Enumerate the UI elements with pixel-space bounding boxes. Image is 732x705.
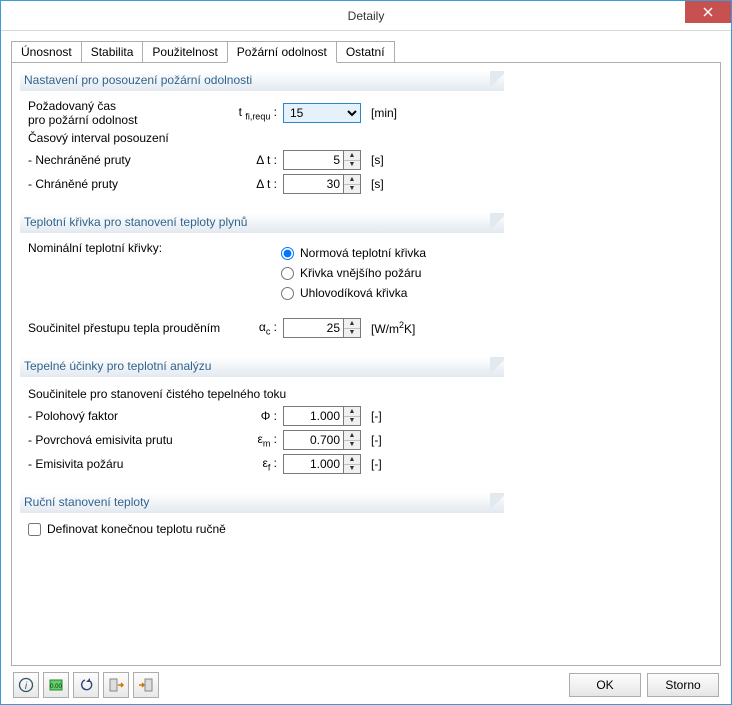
units-icon: 0.00 <box>48 677 64 693</box>
symbol-epsm: εm : <box>231 432 283 448</box>
unprotected-dt-spinner[interactable]: ▲▼ <box>343 150 361 170</box>
unit-dimless1: [-] <box>365 409 382 423</box>
group-header-manual: Ruční stanovení teploty <box>20 493 504 513</box>
alpha-c-spinner[interactable]: ▲▼ <box>343 318 361 338</box>
protected-dt-input[interactable] <box>283 174 343 194</box>
toolbar-button-reset[interactable] <box>73 672 99 698</box>
help-icon: i <box>18 677 34 693</box>
label-unprotected: - Nechráněné pruty <box>26 153 231 167</box>
group-header-tempcurve: Teplotní křivka pro stanovení teploty pl… <box>20 213 504 233</box>
radio-external-fire[interactable]: Křivka vnějšího požáru <box>281 263 498 283</box>
tab-unosnost[interactable]: Únosnost <box>11 41 82 63</box>
cancel-button[interactable]: Storno <box>647 673 719 697</box>
toolbar-button-help[interactable]: i <box>13 672 39 698</box>
close-icon <box>703 7 713 17</box>
protected-dt-spinner[interactable]: ▲▼ <box>343 174 361 194</box>
unit-dimless3: [-] <box>365 457 382 471</box>
label-epsf: - Emisivita požáru <box>26 457 231 471</box>
unit-s2: [s] <box>365 177 384 191</box>
import-icon <box>108 677 124 693</box>
symbol-alphac: αc : <box>231 320 283 336</box>
unit-dimless2: [-] <box>365 433 382 447</box>
tab-stabilita[interactable]: Stabilita <box>81 41 144 63</box>
phi-input[interactable] <box>283 406 343 426</box>
export-icon <box>138 677 154 693</box>
symbol-dt1: Δ t : <box>231 153 283 167</box>
reset-icon <box>78 677 94 693</box>
window-title: Detaily <box>1 9 731 23</box>
epsf-input[interactable] <box>283 454 343 474</box>
titlebar: Detaily <box>1 1 731 31</box>
tab-pozarni-odolnost[interactable]: Požární odolnost <box>227 41 337 63</box>
symbol-phi: Φ : <box>231 409 283 423</box>
alpha-c-input[interactable] <box>283 318 343 338</box>
toolbar-button-export[interactable] <box>133 672 159 698</box>
label-required-time: Požadovaný čas pro požární odolnost <box>26 99 231 127</box>
required-time-select[interactable]: 15 <box>283 103 361 123</box>
label-protected: - Chráněné pruty <box>26 177 231 191</box>
symbol-tfirequ: t fi,requ : <box>231 105 283 121</box>
phi-spinner[interactable]: ▲▼ <box>343 406 361 426</box>
svg-text:0.00: 0.00 <box>50 684 62 690</box>
symbol-epsf: εf : <box>231 456 283 472</box>
label-alpha-c: Součinitel přestupu tepla prouděním <box>26 321 231 335</box>
label-phi: - Polohový faktor <box>26 409 231 423</box>
checkbox-define-final-temp[interactable]: Definovat konečnou teplotu ručně <box>28 519 498 539</box>
tab-ostatni[interactable]: Ostatní <box>336 41 395 63</box>
label-nominal-curves: Nominální teplotní křivky: <box>26 241 281 255</box>
label-epsm: - Povrchová emisivita prutu <box>26 433 231 447</box>
epsm-spinner[interactable]: ▲▼ <box>343 430 361 450</box>
svg-text:i: i <box>25 681 28 692</box>
epsm-input[interactable] <box>283 430 343 450</box>
group-header-settings: Nastavení pro posouzení požární odolnost… <box>20 71 504 91</box>
label-netflux: Součinitele pro stanovení čistého tepeln… <box>28 387 498 401</box>
epsf-spinner[interactable]: ▲▼ <box>343 454 361 474</box>
tab-pouzitelnost[interactable]: Použitelnost <box>142 41 227 63</box>
toolbar-button-import[interactable] <box>103 672 129 698</box>
label-time-interval: Časový interval posouzení <box>28 131 498 145</box>
radio-standard-curve[interactable]: Normová teplotní křivka <box>281 243 498 263</box>
close-button[interactable] <box>685 1 731 23</box>
unit-wm2k: [W/m2K] <box>365 320 415 336</box>
ok-button[interactable]: OK <box>569 673 641 697</box>
group-header-thermal: Tepelné účinky pro teplotní analýzu <box>20 357 504 377</box>
unit-min: [min] <box>365 106 397 120</box>
right-panel <box>512 71 712 657</box>
toolbar-button-units[interactable]: 0.00 <box>43 672 69 698</box>
unit-s1: [s] <box>365 153 384 167</box>
symbol-dt2: Δ t : <box>231 177 283 191</box>
unprotected-dt-input[interactable] <box>283 150 343 170</box>
radio-hydrocarbon[interactable]: Uhlovodíková křivka <box>281 283 498 303</box>
tabstrip: Únosnost Stabilita Použitelnost Požární … <box>11 41 721 63</box>
